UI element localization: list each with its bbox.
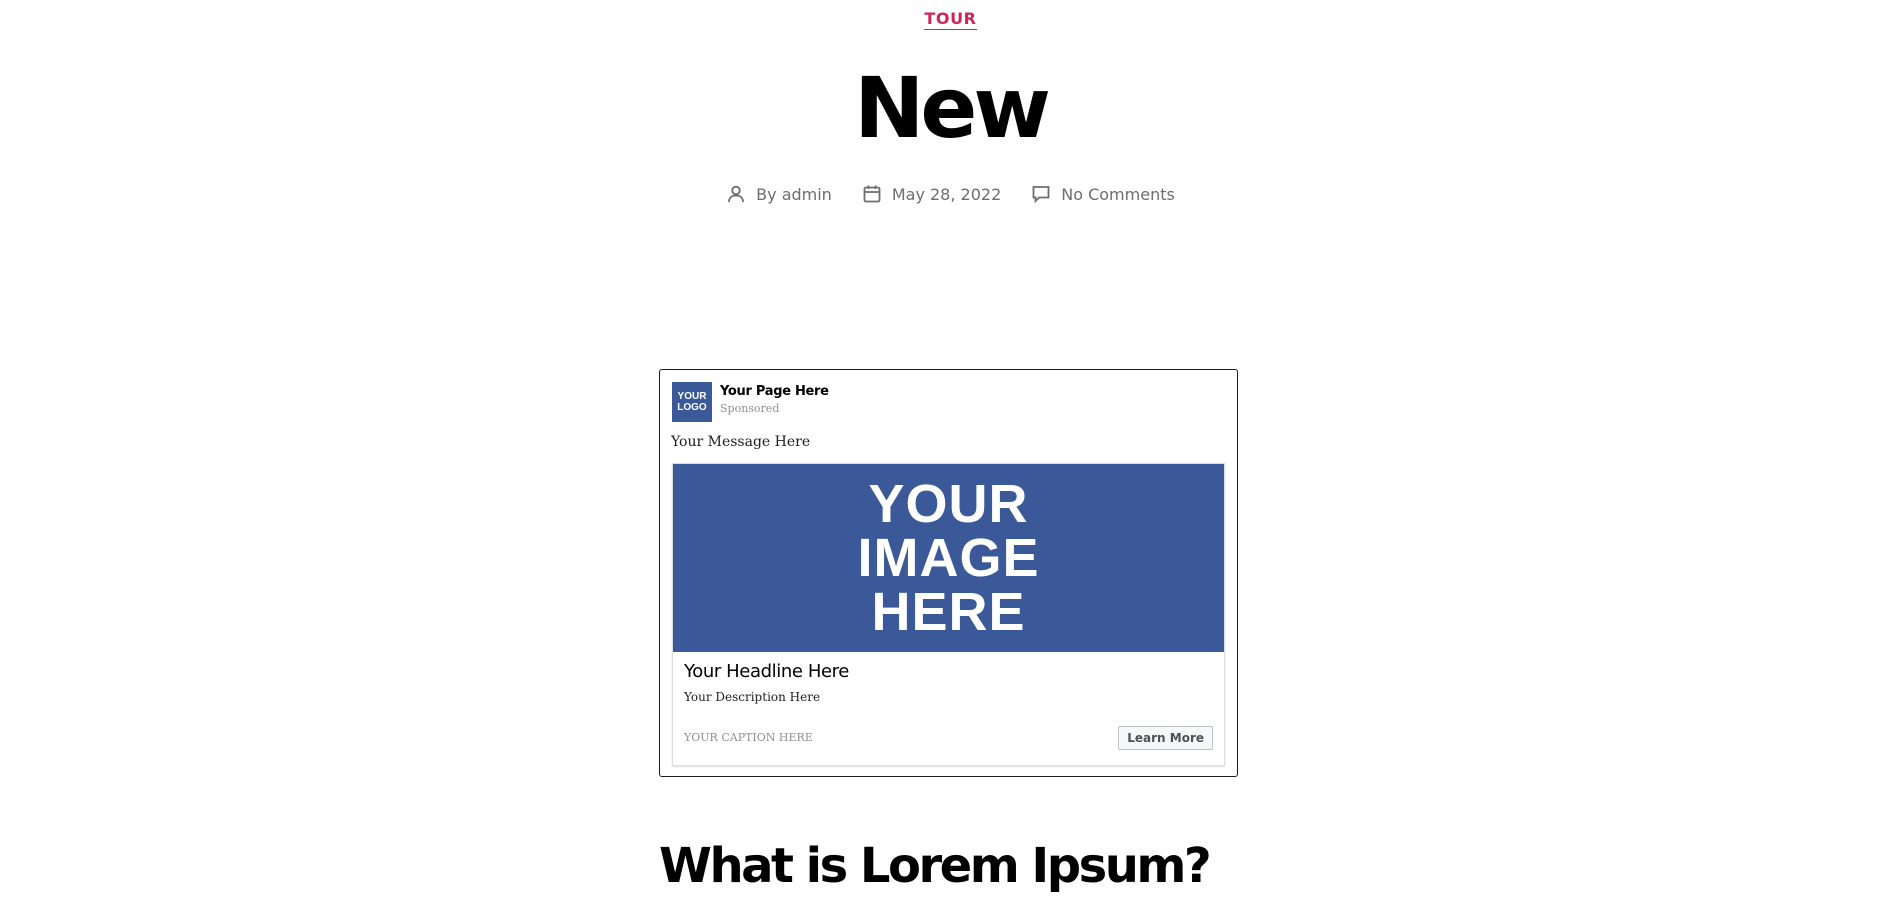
ad-sponsored-label: Sponsored (720, 402, 780, 415)
ad-description: Your Description Here (684, 690, 821, 704)
post-author: By admin (726, 184, 832, 204)
ad-header: YOUR LOGO Your Page Here Sponsored (672, 382, 829, 422)
post-meta: By admin May 28, 2022 No Comments (0, 184, 1901, 204)
calendar-icon (863, 185, 881, 203)
ad-headline: Your Headline Here (684, 661, 849, 682)
section-heading: What is Lorem Ipsum? (659, 838, 1212, 894)
post-comments: No Comments (1031, 184, 1175, 204)
comments-link[interactable]: No Comments (1061, 185, 1175, 204)
post-date: May 28, 2022 (862, 184, 1001, 204)
ad-message: Your Message Here (671, 434, 811, 450)
category-link[interactable]: TOUR (924, 9, 977, 30)
post-title: New (854, 59, 1051, 157)
comment-icon (1032, 186, 1050, 204)
date-link[interactable]: May 28, 2022 (892, 185, 1001, 204)
ad-logo: YOUR LOGO (672, 382, 712, 422)
ad-page-info: Your Page Here Sponsored (720, 382, 829, 422)
ad-page-name[interactable]: Your Page Here (720, 384, 829, 399)
ad-media-box[interactable]: YOUR IMAGE HERE Your Headline Here Your … (672, 463, 1225, 766)
learn-more-button[interactable]: Learn More (1118, 726, 1213, 750)
ad-caption: YOUR CAPTION HERE (684, 731, 813, 744)
ad-preview-card: YOUR LOGO Your Page Here Sponsored Your … (659, 369, 1238, 777)
post-category: TOUR (0, 9, 1901, 30)
user-icon (728, 185, 745, 203)
author-link[interactable]: By admin (756, 185, 832, 204)
ad-image-placeholder[interactable]: YOUR IMAGE HERE (673, 464, 1224, 652)
